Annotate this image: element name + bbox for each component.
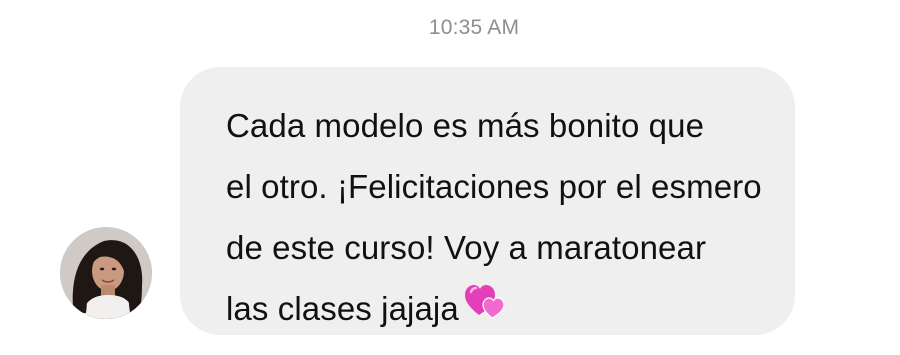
- two-hearts-icon: [464, 277, 505, 338]
- message-body: Cada modelo es más bonito que el otro. ¡…: [226, 95, 765, 342]
- message-line-last: las clases jajaja: [226, 278, 765, 342]
- profile-photo-icon: [60, 227, 152, 319]
- message-bubble[interactable]: Cada modelo es más bonito que el otro. ¡…: [180, 67, 795, 335]
- message-line: de este curso! Voy a maratonear: [226, 229, 707, 266]
- message-line: el otro. ¡Felicitaciones por el esmero: [226, 168, 762, 205]
- sender-avatar[interactable]: [60, 227, 152, 319]
- message-line: las clases jajaja: [226, 290, 459, 327]
- message-line: Cada modelo es más bonito que: [226, 107, 705, 144]
- chat-screen: 10:35 AM Cada modelo es más bonito que e…: [0, 0, 900, 355]
- message-timestamp: 10:35 AM: [428, 16, 520, 39]
